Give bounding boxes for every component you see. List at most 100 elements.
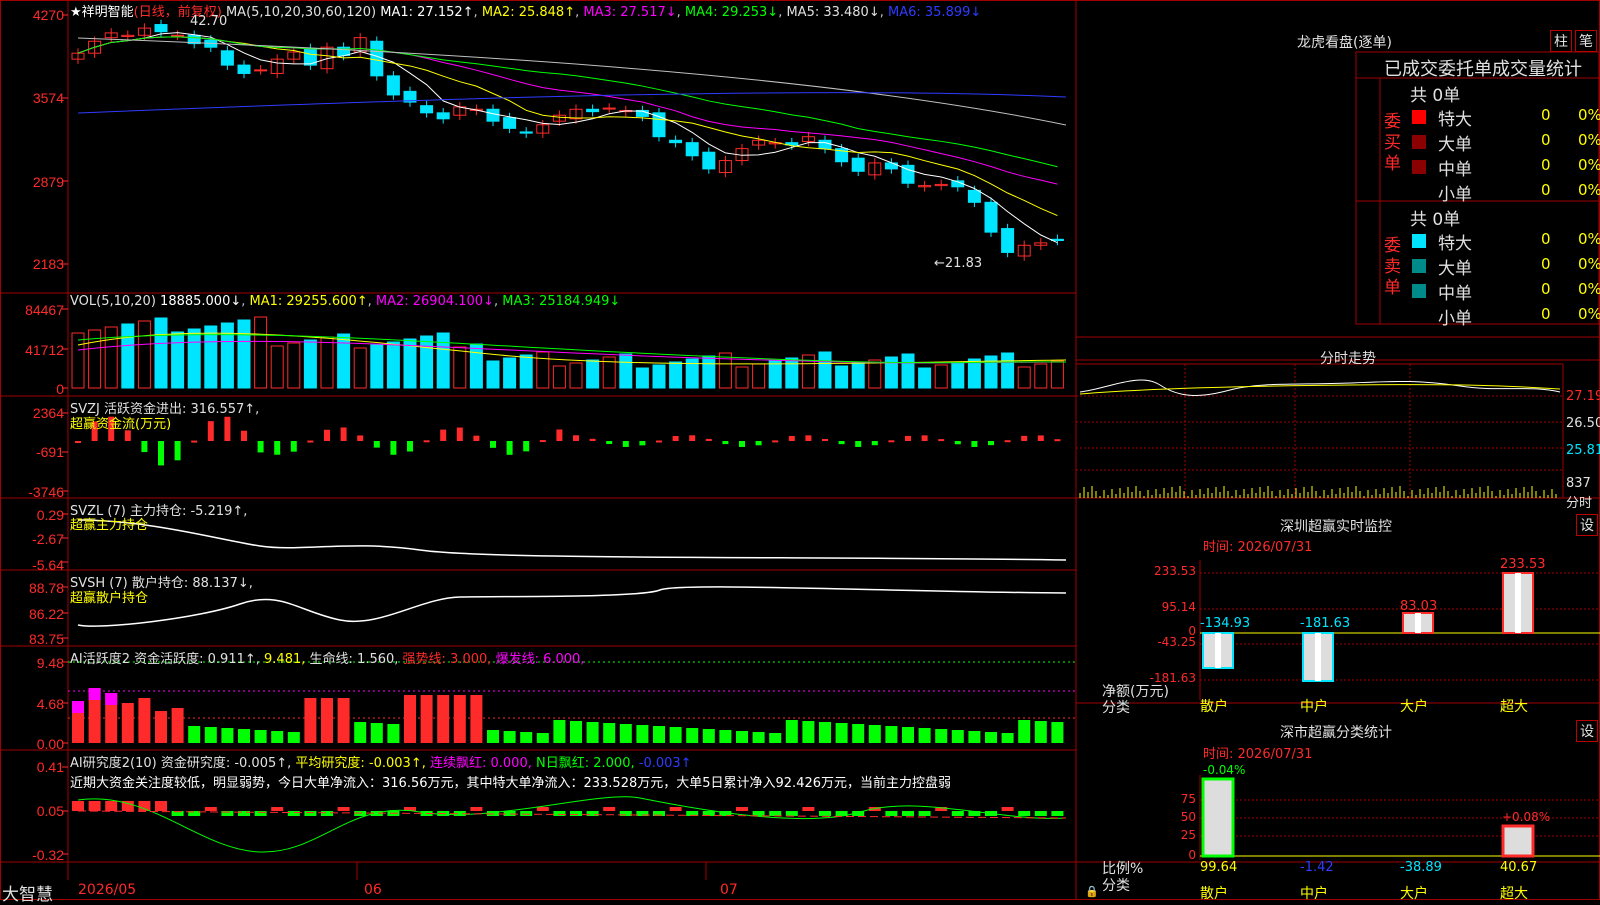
lock-icon[interactable]: 🔒 xyxy=(1085,885,1099,898)
flow-bar xyxy=(224,416,231,441)
research-bar xyxy=(1001,807,1014,811)
buy-count: 0 xyxy=(1541,106,1551,124)
research-bar xyxy=(72,801,84,811)
activity-bar xyxy=(902,727,914,743)
svsh-y-label: 83.75 xyxy=(28,631,64,647)
flow-bar xyxy=(921,435,928,441)
sell-count: 0 xyxy=(1541,280,1551,298)
ai1-header: AI活跃度2 资金活跃度: 0.911↑, 9.481, 生命线: 1.560,… xyxy=(70,648,584,667)
ai2-y-label: -0.32 xyxy=(32,847,64,863)
stat-header: 已成交委托单成交量统计 xyxy=(1384,59,1582,80)
volume-bar xyxy=(469,343,483,389)
flow-bar xyxy=(871,441,878,446)
app-logo[interactable]: 大智慧 xyxy=(2,880,53,905)
ma6-line xyxy=(77,92,1067,114)
buy-category: 中单 xyxy=(1438,160,1472,180)
sell-percent: 0% xyxy=(1578,305,1600,323)
research-bar xyxy=(503,811,516,816)
sz-settings-button[interactable]: 设 xyxy=(1576,514,1598,536)
research-bar xyxy=(951,811,964,816)
flow-bar xyxy=(440,429,447,441)
date-label: 06 xyxy=(364,882,382,898)
flow-bar xyxy=(938,439,945,442)
flow-bar xyxy=(473,435,480,441)
research-bar xyxy=(536,807,549,811)
volume-bar xyxy=(1017,366,1031,389)
volume-bar xyxy=(586,359,600,389)
sell-swatch xyxy=(1412,234,1426,248)
activity-bar xyxy=(155,711,167,743)
candle xyxy=(154,24,168,33)
research-bar xyxy=(819,811,831,816)
research-bar xyxy=(736,807,748,811)
main-y-label: 3574 xyxy=(32,90,64,106)
stock-name: ★祥明智能 xyxy=(70,5,134,20)
cls-top-label: -0.04% xyxy=(1203,763,1246,777)
svsh-y-label: 88.78 xyxy=(28,580,64,596)
ai1-title: AI活跃度2 资金活跃度: 0.911↑, xyxy=(70,652,260,667)
activity-bar xyxy=(653,726,665,743)
cls-time: 时间: 2026/07/31 xyxy=(1203,747,1313,762)
pen-mode-button[interactable]: 笔 xyxy=(1575,30,1597,52)
minute-avg-line xyxy=(1079,384,1561,395)
ai2-avg: 平均研究度: -0.003↑, xyxy=(295,756,426,771)
activity-bar xyxy=(453,695,466,743)
ai1-y-label: 9.48 xyxy=(36,655,64,671)
flow-bar xyxy=(274,441,281,455)
candle xyxy=(171,34,185,37)
flow-bar xyxy=(888,440,895,443)
date-label: 07 xyxy=(720,882,738,898)
cls-title: 深市超赢分类统计 xyxy=(1280,725,1392,741)
flow-bar xyxy=(191,440,198,443)
candle xyxy=(386,75,400,96)
sell-swatch xyxy=(1412,259,1426,273)
activity-bar xyxy=(204,727,217,743)
research-bar xyxy=(785,811,798,816)
main-y-label: 2879 xyxy=(32,174,64,190)
ai1-y-label: 0.00 xyxy=(36,736,64,752)
activity-bar xyxy=(885,726,898,743)
flow-bar xyxy=(755,441,762,446)
flow-bar xyxy=(705,438,712,441)
candle xyxy=(702,151,716,170)
cls-value-label: -38.89 xyxy=(1400,860,1442,875)
volume-bar xyxy=(768,360,782,389)
volume-bar xyxy=(951,361,965,389)
flow-bar xyxy=(838,441,845,445)
flow-bar xyxy=(307,440,314,443)
ai1-v2: 9.481, xyxy=(264,652,306,667)
flow-bar xyxy=(207,421,214,441)
svsh-line xyxy=(77,586,1067,627)
volume-bar xyxy=(569,362,583,389)
activity-bar xyxy=(985,732,997,743)
ma5-value: MA5: 33.480↓ xyxy=(786,5,880,20)
sz-group-label: 散户 xyxy=(1200,699,1228,715)
buy-percent: 0% xyxy=(1578,181,1600,199)
activity-bar xyxy=(769,733,782,743)
flow-bar xyxy=(822,438,828,441)
activity-bar xyxy=(935,729,948,743)
minute-y-label: 25.81 xyxy=(1566,443,1600,458)
flow-bar xyxy=(539,440,546,443)
cls-settings-button[interactable]: 设 xyxy=(1576,720,1598,742)
activity-bar xyxy=(1018,720,1031,743)
activity-bar xyxy=(802,721,815,743)
volume-bar xyxy=(735,366,749,389)
svzj-y-label: -3746 xyxy=(28,484,64,500)
svzj-y-label: -691 xyxy=(35,444,64,460)
volume-bar xyxy=(901,353,915,389)
candle xyxy=(884,162,898,170)
volume-bar xyxy=(818,351,832,389)
flow-bar xyxy=(340,427,347,441)
ma-header: MA(5,10,20,30,60,120) xyxy=(225,5,377,20)
buy-percent: 0% xyxy=(1578,106,1600,124)
sz-time: 时间: 2026/07/31 xyxy=(1203,540,1313,555)
ai2-y-label: 0.05 xyxy=(36,803,64,819)
ai2-title: AI研究度2(10) 资金研究度: -0.005↑, xyxy=(70,756,292,771)
buy-swatch xyxy=(1412,135,1426,149)
volume-bar xyxy=(652,364,666,389)
bar-mode-button[interactable]: 柱 xyxy=(1550,30,1572,52)
activity-bar xyxy=(271,731,284,743)
activity-bar xyxy=(238,729,250,743)
buy-percent: 0% xyxy=(1578,156,1600,174)
